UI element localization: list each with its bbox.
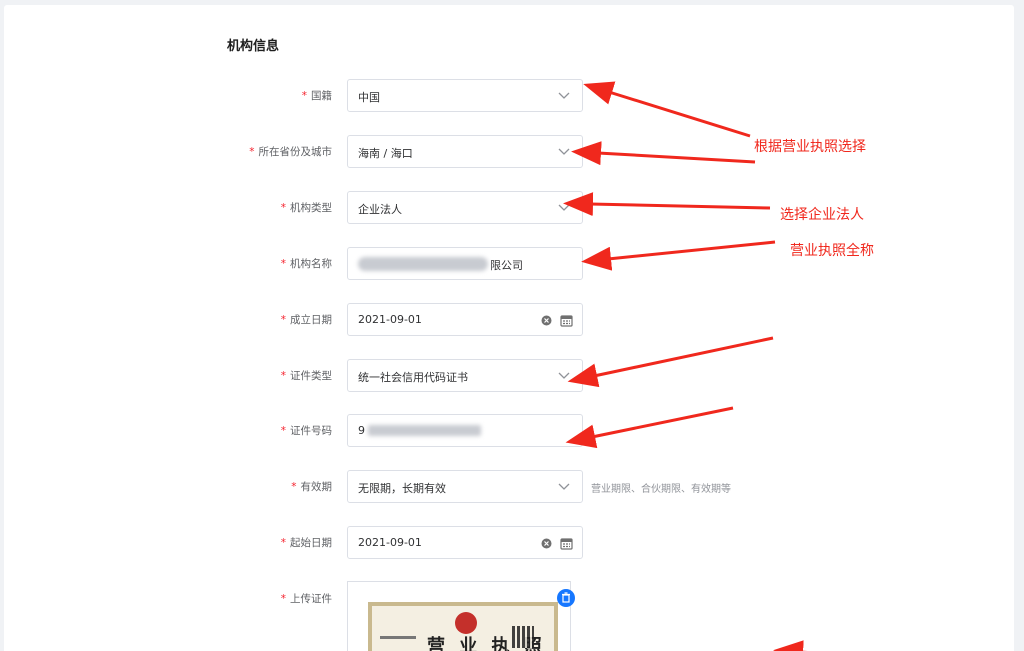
section-title: 机构信息: [227, 39, 280, 54]
start-date-picker[interactable]: 2021-09-01: [347, 526, 583, 559]
field-label: * 机构名称: [281, 256, 332, 271]
annotation-full-license-name: 营业执照全称: [790, 243, 874, 259]
province-city-select[interactable]: 海南 / 海口: [347, 135, 583, 168]
form-row-nationality: * 国籍 中国: [0, 79, 1010, 113]
nationality-select[interactable]: 中国: [347, 79, 583, 112]
establish-date-value: 2021-09-01: [358, 313, 422, 326]
validity-select[interactable]: 无限期，长期有效: [347, 470, 583, 503]
field-label: * 国籍: [302, 88, 332, 103]
cert-number-prefix: 9: [358, 424, 365, 437]
delete-upload-button[interactable]: [557, 589, 575, 607]
cert-type-select[interactable]: 统一社会信用代码证书: [347, 359, 583, 392]
chevron-down-icon: [558, 148, 570, 155]
org-name-suffix: 限公司: [490, 259, 523, 272]
validity-value: 无限期，长期有效: [358, 482, 446, 495]
qr-code-icon: [512, 626, 534, 648]
field-label: * 上传证件: [281, 591, 332, 606]
validity-hint: 营业期限、合伙期限、有效期等: [591, 484, 731, 495]
start-date-value: 2021-09-01: [358, 536, 422, 549]
label-text: 机构名称: [290, 258, 332, 270]
calendar-icon[interactable]: [560, 314, 573, 327]
form-row-validity: * 有效期 无限期，长期有效 营业期限、合伙期限、有效期等: [0, 470, 1010, 504]
field-label: * 起始日期: [281, 535, 332, 550]
form-row-cert-type: * 证件类型 统一社会信用代码证书: [0, 359, 1010, 393]
annotation-choose-legal-person: 选择企业法人: [780, 207, 864, 223]
cert-number-input[interactable]: 9: [347, 414, 583, 447]
clear-icon[interactable]: [541, 538, 552, 549]
field-label: * 证件类型: [281, 368, 332, 383]
redacted-text: [368, 425, 481, 436]
form-row-start-date: * 起始日期 2021-09-01: [0, 526, 1010, 560]
national-emblem-icon: [455, 612, 477, 634]
label-text: 成立日期: [290, 314, 332, 326]
label-text: 证件号码: [290, 425, 332, 437]
business-license-image: 营 业 执 照: [368, 602, 558, 651]
chevron-down-icon: [558, 92, 570, 99]
required-mark: *: [280, 593, 286, 605]
chevron-down-icon: [558, 204, 570, 211]
required-mark: *: [280, 370, 286, 382]
redacted-text: [358, 257, 488, 271]
chevron-down-icon: [558, 372, 570, 379]
field-label: * 成立日期: [281, 312, 332, 327]
field-label: * 所在省份及城市: [249, 144, 332, 159]
required-mark: *: [280, 258, 286, 270]
cert-type-value: 统一社会信用代码证书: [358, 371, 468, 384]
org-type-select[interactable]: 企业法人: [347, 191, 583, 224]
required-mark: *: [280, 537, 286, 549]
required-mark: *: [280, 425, 286, 437]
required-mark: *: [280, 314, 286, 326]
annotation-choose-by-license: 根据营业执照选择: [754, 139, 866, 155]
establish-date-picker[interactable]: 2021-09-01: [347, 303, 583, 336]
label-text: 国籍: [311, 90, 332, 102]
required-mark: *: [280, 202, 286, 214]
field-label: * 机构类型: [281, 200, 332, 215]
cert-decor-line: [380, 636, 416, 639]
label-text: 上传证件: [290, 593, 332, 605]
label-text: 机构类型: [290, 202, 332, 214]
nationality-value: 中国: [358, 91, 380, 104]
required-mark: *: [249, 146, 255, 158]
label-text: 证件类型: [290, 370, 332, 382]
field-label: * 证件号码: [281, 423, 332, 438]
form-row-establish-date: * 成立日期 2021-09-01: [0, 303, 1010, 337]
calendar-icon[interactable]: [560, 537, 573, 550]
chevron-down-icon: [558, 483, 570, 490]
required-mark: *: [301, 90, 307, 102]
province-city-value: 海南 / 海口: [358, 147, 413, 160]
field-label: * 有效期: [291, 479, 332, 494]
trash-icon: [562, 592, 570, 603]
label-text: 起始日期: [290, 537, 332, 549]
required-mark: *: [291, 481, 297, 493]
form-row-cert-number: * 证件号码 9: [0, 414, 1010, 448]
clear-icon[interactable]: [541, 315, 552, 326]
label-text: 所在省份及城市: [258, 146, 333, 158]
org-name-input[interactable]: 限公司: [347, 247, 583, 280]
certificate-upload-preview[interactable]: 营 业 执 照: [347, 581, 571, 651]
label-text: 有效期: [300, 481, 333, 493]
org-type-value: 企业法人: [358, 203, 402, 216]
